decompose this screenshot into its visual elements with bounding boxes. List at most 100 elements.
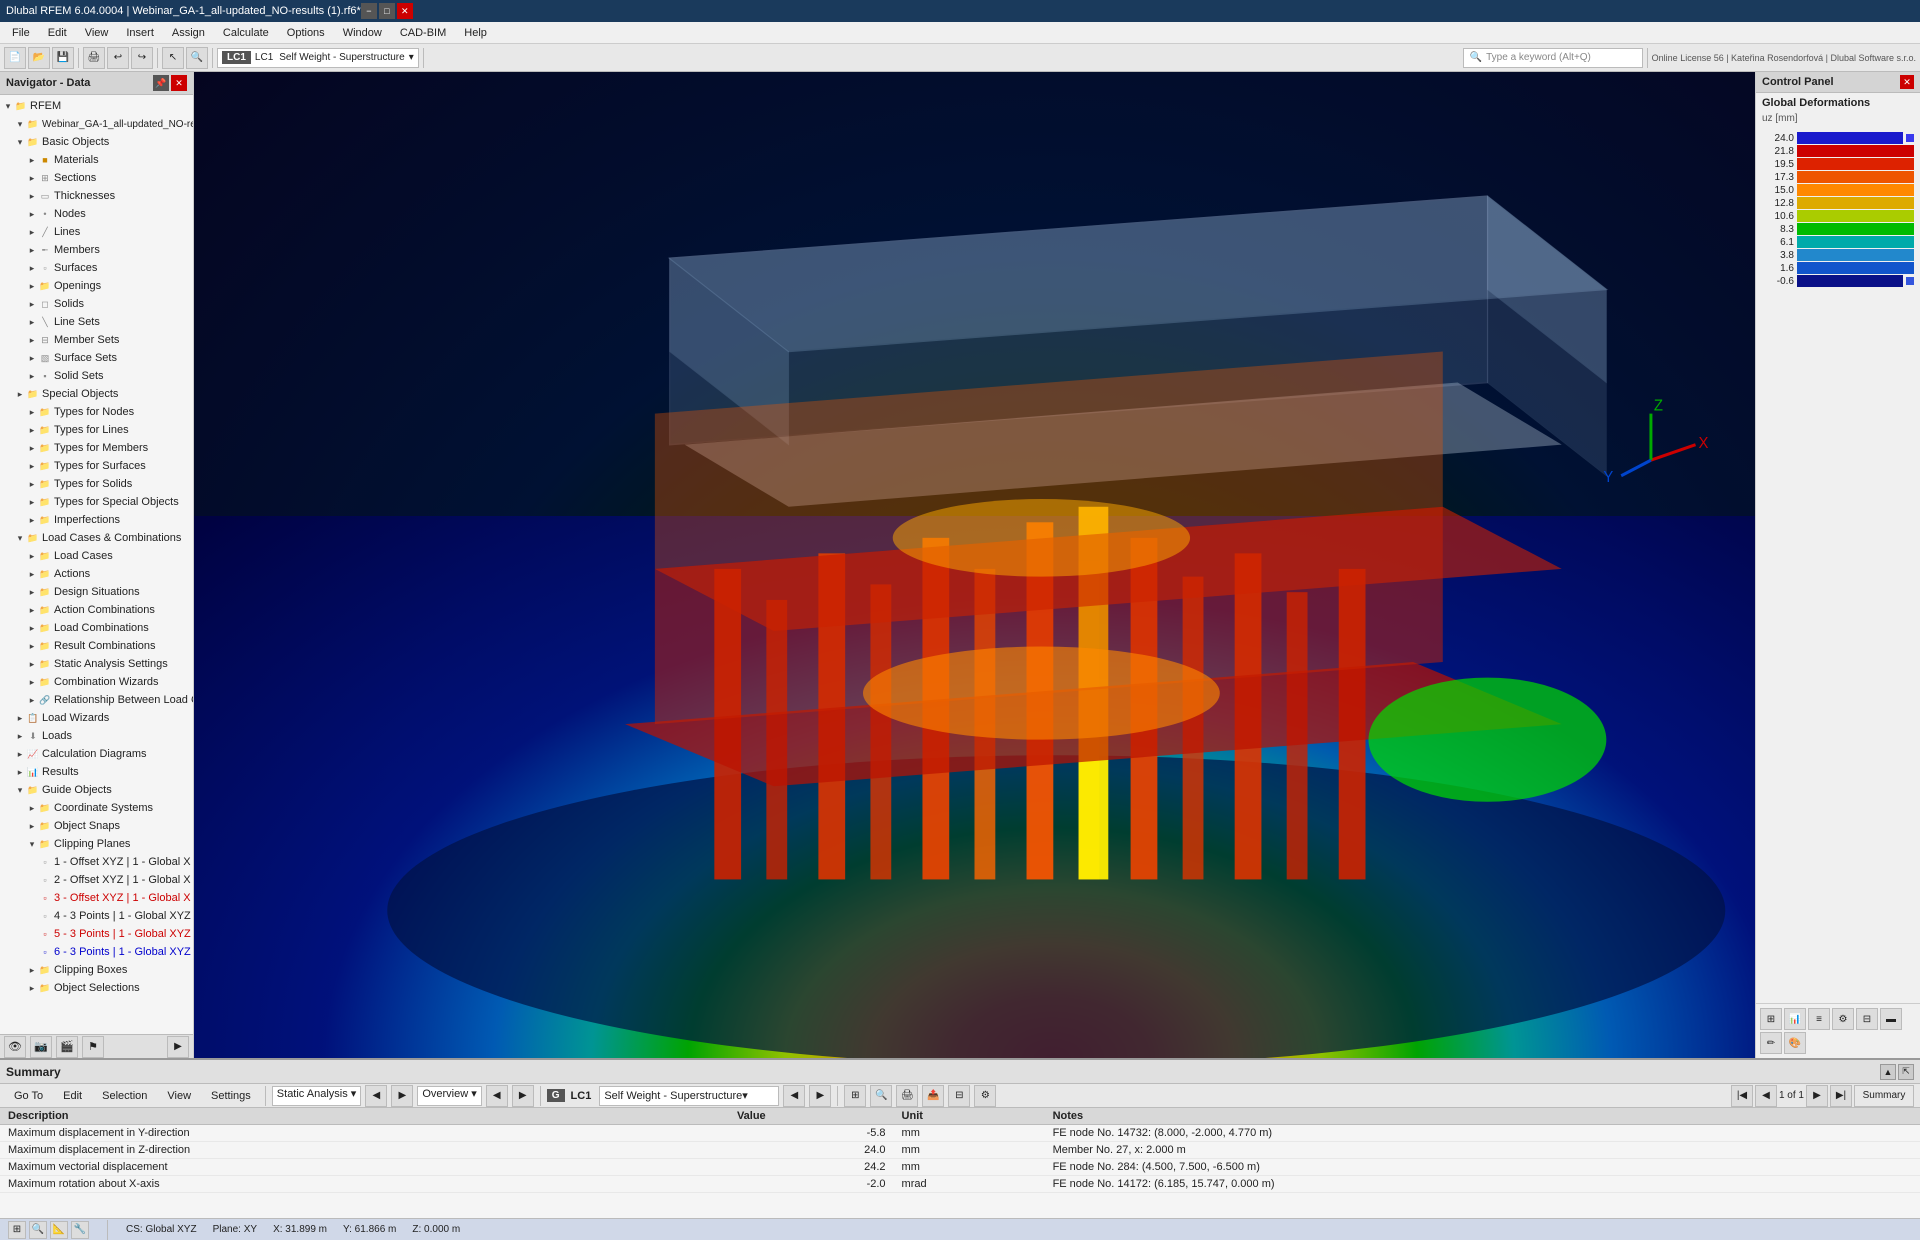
save-button[interactable]: 💾 [52, 47, 74, 69]
close-window-button[interactable]: ✕ [397, 3, 413, 19]
nav-solid-sets[interactable]: ▸ ▪ Solid Sets [0, 367, 193, 385]
nav-cp5[interactable]: ▫ 5 - 3 Points | 1 - Global XYZ [0, 925, 193, 943]
menu-item-help[interactable]: Help [456, 25, 495, 41]
expand-coords[interactable]: ▸ [26, 802, 38, 814]
expand-basic[interactable]: ▾ [14, 136, 26, 148]
analysis-type-selector[interactable]: Static Analysis ▾ [272, 1086, 362, 1106]
expand-action-comb[interactable]: ▸ [26, 604, 38, 616]
expand-calc[interactable]: ▸ [14, 748, 26, 760]
nav-openings[interactable]: ▸ 📁 Openings [0, 277, 193, 295]
expand-lcc[interactable]: ▾ [14, 532, 26, 544]
new-button[interactable]: 📄 [4, 47, 26, 69]
bottom-prev-button[interactable]: ◀ [365, 1085, 387, 1107]
table-row[interactable]: Maximum displacement in Z-direction 24.0… [0, 1142, 1920, 1159]
bottom-detach-button[interactable]: ⇱ [1898, 1064, 1914, 1080]
nav-action-combinations[interactable]: ▸ 📁 Action Combinations [0, 601, 193, 619]
bottom-ov-prev[interactable]: ◀ [486, 1085, 508, 1107]
nav-coordinate-systems[interactable]: ▸ 📁 Coordinate Systems [0, 799, 193, 817]
expand-load-comb[interactable]: ▸ [26, 622, 38, 634]
expand-obj-sel[interactable]: ▸ [26, 982, 38, 994]
expand-static[interactable]: ▸ [26, 658, 38, 670]
table-row[interactable]: Maximum displacement in Y-direction -5.8… [0, 1125, 1920, 1142]
nav-design-situations[interactable]: ▸ 📁 Design Situations [0, 583, 193, 601]
lc-selector[interactable]: LC1 LC1 Self Weight - Superstructure ▾ [217, 48, 419, 68]
nav-types-surfaces[interactable]: ▸ 📁 Types for Surfaces [0, 457, 193, 475]
cp-grid-button[interactable]: ⊟ [1856, 1008, 1878, 1030]
nav-load-combinations[interactable]: ▸ 📁 Load Combinations [0, 619, 193, 637]
expand-types-solids[interactable]: ▸ [26, 478, 38, 490]
redo-button[interactable]: ↪ [131, 47, 153, 69]
expand-types-lines[interactable]: ▸ [26, 424, 38, 436]
bottom-goto[interactable]: Go To [6, 1088, 51, 1104]
menu-item-window[interactable]: Window [335, 25, 390, 41]
nav-project[interactable]: ▾ 📁 Webinar_GA-1_all-updated_NO-resul [0, 115, 193, 133]
bottom-settings[interactable]: Settings [203, 1088, 259, 1104]
undo-button[interactable]: ↩ [107, 47, 129, 69]
bottom-lc-prev[interactable]: ◀ [783, 1085, 805, 1107]
table-row[interactable]: Maximum vectorial displacement 24.2 mm F… [0, 1159, 1920, 1176]
menu-item-view[interactable]: View [77, 25, 117, 41]
bottom-zoom-fit[interactable]: ⊞ [844, 1085, 866, 1107]
expand-surfaces[interactable]: ▸ [26, 262, 38, 274]
cp-bar-button[interactable]: ▬ [1880, 1008, 1902, 1030]
expand-rel[interactable]: ▸ [26, 694, 38, 706]
status-icon-4[interactable]: 🔧 [71, 1221, 89, 1239]
table-row[interactable]: Maximum rotation about X-axis -2.0 mrad … [0, 1176, 1920, 1193]
expand-types-nodes[interactable]: ▸ [26, 406, 38, 418]
status-icon-3[interactable]: 📐 [50, 1221, 68, 1239]
menu-item-insert[interactable]: Insert [118, 25, 162, 41]
cp-table-button[interactable]: ⊞ [1760, 1008, 1782, 1030]
lc-dropdown-icon[interactable]: ▾ [409, 52, 414, 63]
bottom-lc-next[interactable]: ▶ [809, 1085, 831, 1107]
nav-camera-icon[interactable]: 📷 [30, 1036, 52, 1058]
expand-types-members[interactable]: ▸ [26, 442, 38, 454]
expand-load-cases[interactable]: ▸ [26, 550, 38, 562]
prev-page-button[interactable]: ◀ [1755, 1085, 1777, 1107]
status-icon-2[interactable]: 🔍 [29, 1221, 47, 1239]
cp-settings-button[interactable]: ⚙ [1832, 1008, 1854, 1030]
bottom-lc-name-selector[interactable]: Self Weight - Superstructure ▾ [599, 1086, 779, 1106]
overview-selector[interactable]: Overview ▾ [417, 1086, 481, 1106]
open-button[interactable]: 📂 [28, 47, 50, 69]
minimize-button[interactable]: − [361, 3, 377, 19]
nav-guide-objects[interactable]: ▾ 📁 Guide Objects [0, 781, 193, 799]
cp-edit-button[interactable]: ✏ [1760, 1032, 1782, 1054]
bottom-ov-next[interactable]: ▶ [512, 1085, 534, 1107]
overview-dropdown-icon[interactable]: ▾ [471, 1088, 477, 1100]
select-button[interactable]: ↖ [162, 47, 184, 69]
expand-sections[interactable]: ▸ [26, 172, 38, 184]
nav-results[interactable]: ▸ 📊 Results [0, 763, 193, 781]
analysis-dropdown-icon[interactable]: ▾ [351, 1088, 357, 1100]
nav-root[interactable]: ▾ 📁 RFEM [0, 97, 193, 115]
cp-list-button[interactable]: ≡ [1808, 1008, 1830, 1030]
maximize-button[interactable]: □ [379, 3, 395, 19]
menu-item-calculate[interactable]: Calculate [215, 25, 277, 41]
bottom-print[interactable]: 🖨 [896, 1085, 918, 1107]
nav-sections[interactable]: ▸ ⊞ Sections [0, 169, 193, 187]
expand-thicknesses[interactable]: ▸ [26, 190, 38, 202]
first-page-button[interactable]: |◀ [1731, 1085, 1753, 1107]
nav-cp3[interactable]: ▫ 3 - Offset XYZ | 1 - Global X [0, 889, 193, 907]
menu-item-file[interactable]: File [4, 25, 38, 41]
expand-clipping[interactable]: ▾ [26, 838, 38, 850]
menu-item-edit[interactable]: Edit [40, 25, 75, 41]
nav-imperfections[interactable]: ▸ 📁 Imperfections [0, 511, 193, 529]
expand-result-comb[interactable]: ▸ [26, 640, 38, 652]
nav-calc-diagrams[interactable]: ▸ 📈 Calculation Diagrams [0, 745, 193, 763]
expand-imperfections[interactable]: ▸ [26, 514, 38, 526]
nav-cp4[interactable]: ▫ 4 - 3 Points | 1 - Global XYZ [0, 907, 193, 925]
bottom-selection[interactable]: Selection [94, 1088, 155, 1104]
bottom-edit[interactable]: Edit [55, 1088, 90, 1104]
nav-types-special-objects[interactable]: ▸ 📁 Types for Special Objects [0, 493, 193, 511]
bottom-next-button[interactable]: ▶ [391, 1085, 413, 1107]
nav-members[interactable]: ▸ ╾ Members [0, 241, 193, 259]
nav-member-sets[interactable]: ▸ ⊟ Member Sets [0, 331, 193, 349]
menu-item-options[interactable]: Options [279, 25, 333, 41]
nav-types-members[interactable]: ▸ 📁 Types for Members [0, 439, 193, 457]
nav-special-objects[interactable]: ▸ 📁 Special Objects [0, 385, 193, 403]
nav-result-combinations[interactable]: ▸ 📁 Result Combinations [0, 637, 193, 655]
expand-load-wiz[interactable]: ▸ [14, 712, 26, 724]
expand-solid-sets[interactable]: ▸ [26, 370, 38, 382]
cp-chart-button[interactable]: 📊 [1784, 1008, 1806, 1030]
expand-special[interactable]: ▸ [14, 388, 26, 400]
